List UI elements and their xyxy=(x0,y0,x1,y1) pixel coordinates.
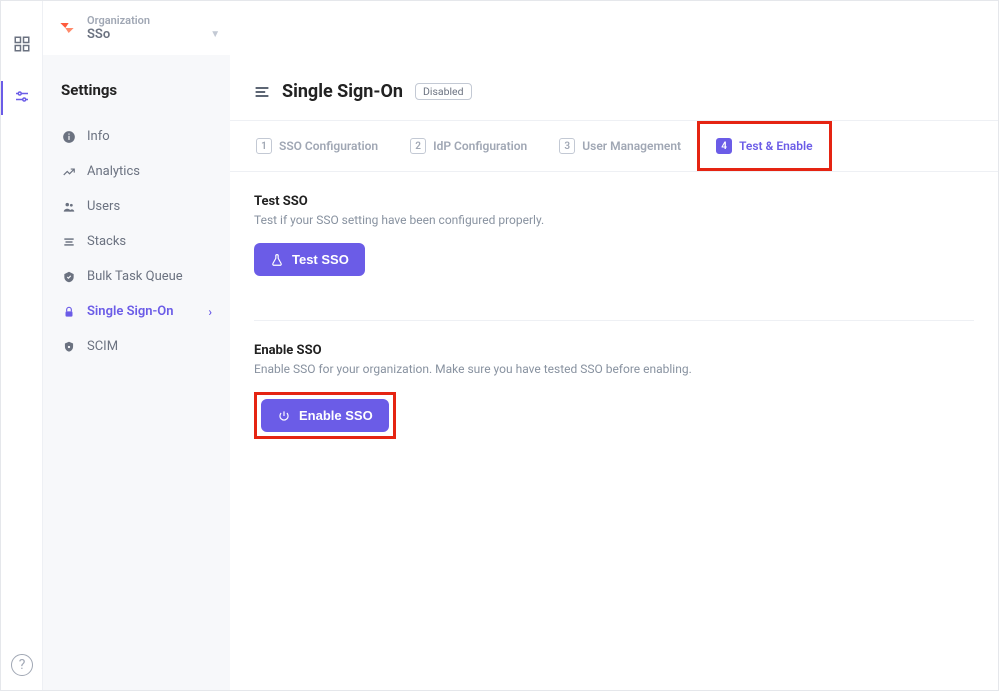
power-icon xyxy=(277,409,291,423)
org-switcher[interactable]: Organization SSo ▼ xyxy=(87,14,220,43)
chevron-down-icon: ▼ xyxy=(210,29,220,41)
section-enable-sso: Enable SSO Enable SSO for your organizat… xyxy=(254,320,974,461)
shield-icon xyxy=(61,340,77,354)
left-rail xyxy=(1,1,43,690)
queue-icon xyxy=(61,270,77,284)
rail-settings[interactable] xyxy=(9,85,35,111)
step-number: 3 xyxy=(559,138,575,154)
step-tab-user-management[interactable]: 3 User Management xyxy=(543,121,697,171)
body-row: Settings Info Analytics Users Stacks xyxy=(43,55,998,690)
sidebar-item-scim[interactable]: SCIM xyxy=(55,329,218,364)
section-test-sso: Test SSO Test if your SSO setting have b… xyxy=(254,194,974,298)
settings-sidebar: Settings Info Analytics Users Stacks xyxy=(43,55,230,690)
highlight-test-enable: 4 Test & Enable xyxy=(697,121,831,171)
section-title: Enable SSO xyxy=(254,343,974,358)
content-panel: Single Sign-On Disabled 1 SSO Configurat… xyxy=(230,55,998,690)
help-icon[interactable]: ? xyxy=(11,654,33,676)
page-header: Single Sign-On Disabled xyxy=(230,55,998,120)
lock-icon xyxy=(61,305,77,319)
app-shell: Organization SSo ▼ Settings Info Analyti… xyxy=(0,0,999,691)
step-label: Test & Enable xyxy=(739,139,812,153)
step-label: IdP Configuration xyxy=(433,139,527,153)
analytics-icon xyxy=(61,165,77,179)
page-title: Single Sign-On xyxy=(282,81,403,102)
step-number: 2 xyxy=(410,138,426,154)
sidebar-item-label: Info xyxy=(87,129,110,144)
test-sso-button[interactable]: Test SSO xyxy=(254,243,365,276)
rail-dashboard[interactable] xyxy=(9,31,35,57)
button-label: Test SSO xyxy=(292,252,349,267)
org-label: Organization xyxy=(87,14,220,27)
sidebar-item-stacks[interactable]: Stacks xyxy=(55,224,218,259)
sidebar-item-label: Single Sign-On xyxy=(87,304,174,319)
section-title: Test SSO xyxy=(254,194,974,209)
sidebar-item-bulk-task-queue[interactable]: Bulk Task Queue xyxy=(55,259,218,294)
step-tab-test-enable[interactable]: 4 Test & Enable xyxy=(700,124,828,168)
button-label: Enable SSO xyxy=(299,408,373,423)
section-description: Enable SSO for your organization. Make s… xyxy=(254,362,974,376)
sidebar-item-label: Analytics xyxy=(87,164,140,179)
step-label: SSO Configuration xyxy=(279,139,378,153)
sidebar-title: Settings xyxy=(55,81,218,99)
section-description: Test if your SSO setting have been confi… xyxy=(254,213,974,227)
step-tabs: 1 SSO Configuration 2 IdP Configuration … xyxy=(230,120,998,172)
info-icon xyxy=(61,130,77,144)
main-column: Organization SSo ▼ Settings Info Analyti… xyxy=(43,1,998,690)
brand-logo-icon xyxy=(57,18,77,38)
step-number: 4 xyxy=(716,138,732,154)
topbar: Organization SSo ▼ xyxy=(43,1,998,55)
chevron-right-icon: › xyxy=(208,305,212,319)
sidebar-item-label: Users xyxy=(87,199,120,214)
flask-icon xyxy=(270,253,284,267)
enable-sso-button[interactable]: Enable SSO xyxy=(261,399,389,432)
sidebar-item-analytics[interactable]: Analytics xyxy=(55,154,218,189)
status-badge: Disabled xyxy=(415,83,472,100)
sidebar-item-users[interactable]: Users xyxy=(55,189,218,224)
highlight-enable-sso: Enable SSO xyxy=(254,392,396,439)
hamburger-icon[interactable] xyxy=(254,85,270,99)
org-name: SSo xyxy=(87,27,110,43)
sidebar-item-label: SCIM xyxy=(87,339,118,354)
step-tab-sso-configuration[interactable]: 1 SSO Configuration xyxy=(240,121,394,171)
step-tab-idp-configuration[interactable]: 2 IdP Configuration xyxy=(394,121,543,171)
sections: Test SSO Test if your SSO setting have b… xyxy=(230,172,998,505)
users-icon xyxy=(61,200,77,214)
step-number: 1 xyxy=(256,138,272,154)
step-label: User Management xyxy=(582,139,681,153)
sidebar-item-single-sign-on[interactable]: Single Sign-On › xyxy=(55,294,218,329)
sidebar-item-info[interactable]: Info xyxy=(55,119,218,154)
stacks-icon xyxy=(61,235,77,249)
sidebar-item-label: Stacks xyxy=(87,234,126,249)
sidebar-item-label: Bulk Task Queue xyxy=(87,269,183,284)
